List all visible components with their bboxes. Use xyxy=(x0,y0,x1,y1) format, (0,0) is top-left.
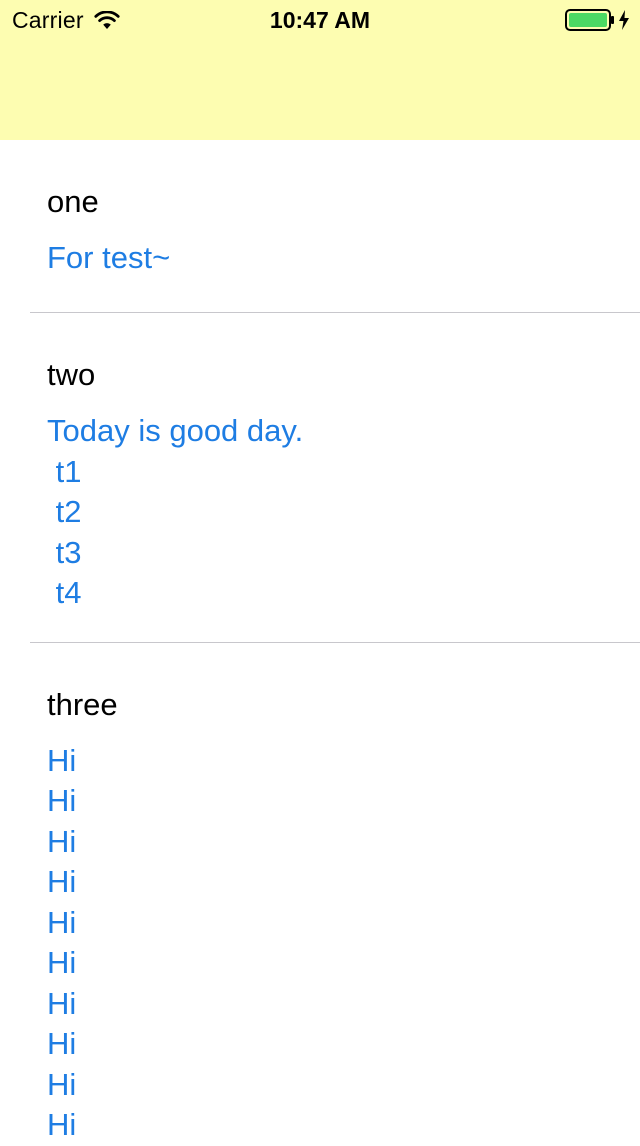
row-title: two xyxy=(47,357,96,392)
row-title: three xyxy=(47,686,118,722)
battery-icon xyxy=(565,9,614,31)
table-view[interactable]: one For test~ two Today is good day. t1 … xyxy=(0,140,640,1146)
row-detail: Today is good day. t1 t2 t3 t4 xyxy=(47,413,304,610)
row-detail: For test~ xyxy=(47,240,171,275)
battery-group xyxy=(565,9,630,31)
table-row[interactable]: two Today is good day. t1 t2 t3 t4 xyxy=(0,313,640,614)
table-row[interactable]: one For test~ xyxy=(0,140,640,275)
charging-bolt-icon xyxy=(619,10,629,30)
status-time: 10:47 AM xyxy=(269,7,371,33)
row-detail: Hi Hi Hi Hi Hi Hi Hi Hi Hi Hi xyxy=(47,742,77,1143)
row-title: one xyxy=(47,184,99,219)
navigation-header: Carrier 10:47 AM xyxy=(0,0,640,140)
status-bar: Carrier 10:47 AM xyxy=(0,0,640,40)
table-row[interactable]: three Hi Hi Hi Hi Hi Hi Hi Hi Hi Hi xyxy=(0,643,640,1146)
